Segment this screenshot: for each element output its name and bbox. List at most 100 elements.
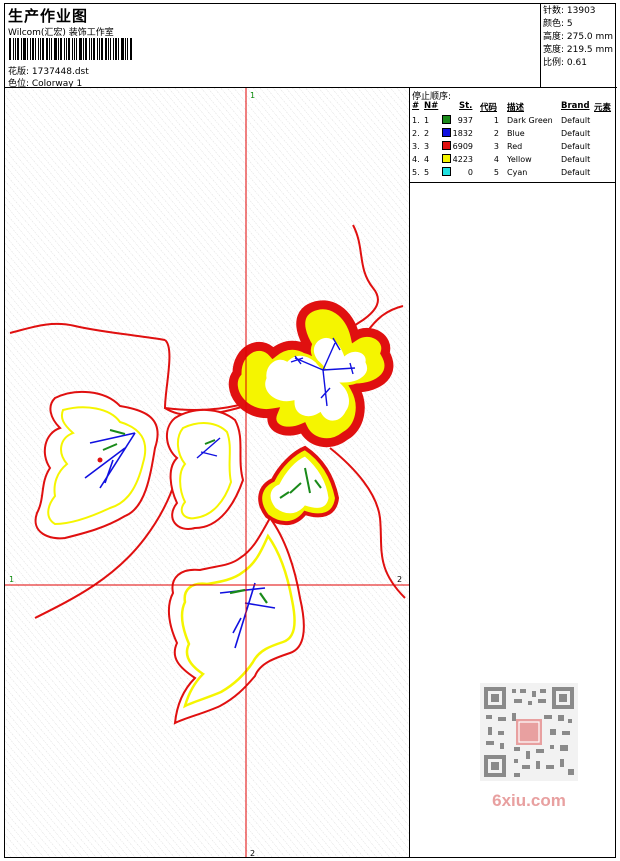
barcode-bar bbox=[23, 38, 26, 60]
watermark-text: 6xiu.com bbox=[492, 791, 566, 810]
barcode-bar bbox=[60, 38, 62, 60]
row-code: 3 bbox=[493, 142, 499, 151]
barcode-bar bbox=[30, 38, 31, 60]
barcode-bar bbox=[58, 38, 59, 60]
color-swatch bbox=[442, 154, 451, 163]
stop-sequence-row: 5. 5 0 5 Cyan Default bbox=[410, 166, 615, 179]
barcode-bar bbox=[38, 38, 39, 60]
barcode-bar bbox=[49, 38, 50, 60]
barcode-bar bbox=[35, 38, 36, 60]
barcode-bar bbox=[15, 38, 16, 60]
barcode-bar bbox=[21, 38, 22, 60]
design-height: 高度: 275.0 mm bbox=[543, 32, 614, 42]
col-description: 描述 bbox=[507, 103, 525, 113]
qr-center-logo bbox=[516, 719, 542, 745]
qr-code-image bbox=[480, 683, 578, 781]
col-index: # bbox=[412, 101, 420, 111]
row-code: 1 bbox=[493, 116, 499, 125]
color-swatch bbox=[442, 115, 451, 124]
barcode-bar bbox=[118, 38, 119, 60]
row-code: 2 bbox=[493, 129, 499, 138]
row-description: Dark Green bbox=[507, 116, 553, 125]
row-index: 5. bbox=[412, 168, 420, 177]
barcode-bar bbox=[66, 38, 67, 60]
left-leaf-accent bbox=[97, 457, 103, 463]
row-stitches: 0 bbox=[467, 168, 473, 177]
row-needle: 4 bbox=[424, 155, 430, 164]
crosshair-top-label: 1 bbox=[250, 91, 255, 100]
barcode-bar bbox=[93, 38, 95, 60]
barcode-bar bbox=[46, 38, 48, 60]
barcode-bar bbox=[97, 38, 98, 60]
row-brand: Default bbox=[561, 129, 591, 138]
barcode-bar bbox=[105, 38, 107, 60]
barcode-bar bbox=[108, 38, 109, 60]
barcode-bar bbox=[68, 38, 70, 60]
row-index: 3. bbox=[412, 142, 420, 151]
barcode-bar bbox=[17, 38, 19, 60]
row-brand: Default bbox=[561, 142, 591, 151]
barcode-bar bbox=[27, 38, 28, 60]
design-stats: 针数: 13903 颜色: 5 高度: 275.0 mm 宽度: 219.5 m… bbox=[541, 4, 617, 88]
barcode-bar bbox=[54, 38, 57, 60]
row-code: 4 bbox=[493, 155, 499, 164]
barcode-bar bbox=[127, 38, 128, 60]
col-needle: N# bbox=[424, 101, 439, 111]
row-index: 4. bbox=[412, 155, 420, 164]
embroidery-design-svg: 1 2 1 2 bbox=[5, 88, 409, 857]
stop-sequence-row: 3. 3 6909 3 Red Default bbox=[410, 140, 615, 153]
crosshair-bottom-label: 2 bbox=[250, 849, 255, 857]
barcode-bar bbox=[130, 38, 132, 60]
barcode-bar bbox=[115, 38, 117, 60]
barcode-bar bbox=[89, 38, 90, 60]
color-swatch bbox=[442, 141, 451, 150]
row-index: 1. bbox=[412, 116, 420, 125]
row-stitches: 6909 bbox=[452, 142, 473, 151]
embroidery-preview: 1 2 1 2 bbox=[5, 88, 410, 857]
row-brand: Default bbox=[561, 168, 591, 177]
row-needle: 5 bbox=[424, 168, 430, 177]
barcode-bar bbox=[9, 38, 11, 60]
barcode-bar bbox=[121, 38, 124, 60]
row-brand: Default bbox=[561, 116, 591, 125]
color-swatch bbox=[442, 167, 451, 176]
row-code: 5 bbox=[493, 168, 499, 177]
barcode-bar bbox=[76, 38, 77, 60]
scale-ratio: 比例: 0.61 bbox=[543, 58, 587, 68]
barcode-bar bbox=[110, 38, 111, 60]
watermark: 6xiu.com bbox=[470, 681, 588, 811]
row-stitches: 1832 bbox=[452, 129, 473, 138]
barcode-bar bbox=[42, 38, 44, 60]
stop-sequence-panel: 停止顺序: # N# St. 代码 描述 Brand 元素 1. 1 937 1 Dar… bbox=[410, 88, 615, 183]
col-code: 代码 bbox=[480, 103, 498, 113]
barcode-bar bbox=[85, 38, 87, 60]
design-width: 宽度: 219.5 mm bbox=[543, 45, 614, 55]
barcode-image bbox=[9, 38, 139, 60]
row-description: Cyan bbox=[507, 168, 528, 177]
crosshair-right-label: 2 bbox=[397, 575, 402, 584]
company-name: Wilcom(汇宏) 装饰工作室 bbox=[8, 28, 114, 38]
row-brand: Default bbox=[561, 155, 591, 164]
barcode-bar bbox=[125, 38, 126, 60]
row-description: Red bbox=[507, 142, 523, 151]
barcode-bar bbox=[74, 38, 75, 60]
stop-sequence-row: 1. 1 937 1 Dark Green Default bbox=[410, 114, 615, 127]
barcode-bar bbox=[64, 38, 65, 60]
sheet-title: 生产作业图 bbox=[8, 7, 89, 25]
row-description: Blue bbox=[507, 129, 525, 138]
row-stitches: 4223 bbox=[452, 155, 473, 164]
barcode-bar bbox=[13, 38, 14, 60]
barcode-bar bbox=[40, 38, 41, 60]
row-needle: 2 bbox=[424, 129, 430, 138]
color-count: 颜色: 5 bbox=[543, 19, 573, 29]
col-brand: Brand bbox=[561, 101, 590, 111]
stop-sequence-row: 4. 4 4223 4 Yellow Default bbox=[410, 153, 615, 166]
barcode-bar bbox=[72, 38, 73, 60]
row-needle: 3 bbox=[424, 142, 430, 151]
barcode-bar bbox=[113, 38, 114, 60]
crosshair-left-label: 1 bbox=[9, 575, 14, 584]
barcode-bar bbox=[99, 38, 100, 60]
col-element: 元素 bbox=[594, 103, 612, 113]
production-sheet: 生产作业图 Wilcom(汇宏) 装饰工作室 花版: 1737448.dst 色… bbox=[4, 3, 617, 858]
stop-sequence-row: 2. 2 1832 2 Blue Default bbox=[410, 127, 615, 140]
